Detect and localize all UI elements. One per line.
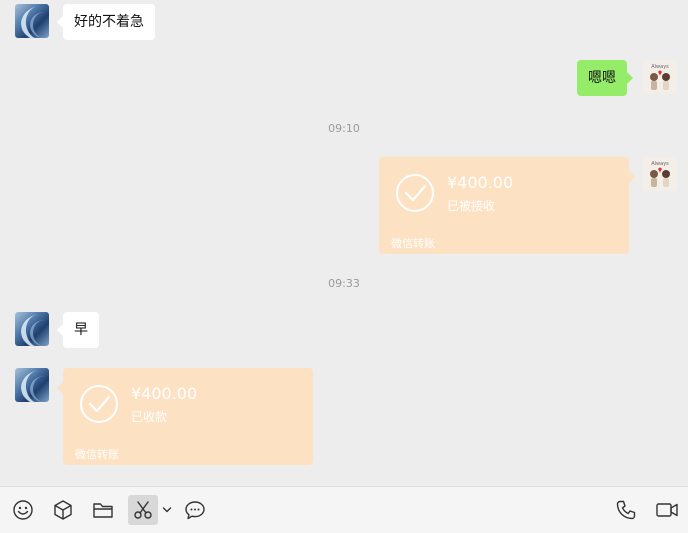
- message-bubble[interactable]: 早: [57, 312, 99, 348]
- chat-message-area[interactable]: 好的不着急 嗯嗯 Always 09:10 ¥400.00 已被接收 微信转账 …: [0, 0, 688, 486]
- speech-bubble-icon: [185, 501, 205, 520]
- check-circle-icon: [80, 385, 118, 423]
- transfer-card[interactable]: ¥400.00 已收款 微信转账: [57, 368, 313, 465]
- transfer-brand-label: 微信转账: [391, 237, 435, 250]
- favorites-button[interactable]: [49, 496, 77, 524]
- screenshot-button[interactable]: [128, 495, 158, 525]
- message-bubble[interactable]: 嗯嗯: [577, 60, 633, 96]
- phone-icon: [616, 500, 636, 520]
- emoji-icon: [13, 500, 33, 520]
- transfer-status: 已收款: [131, 410, 168, 424]
- contact-avatar[interactable]: [15, 368, 49, 402]
- video-call-button[interactable]: [653, 496, 681, 524]
- folder-icon: [93, 503, 113, 518]
- scissors-icon: [134, 501, 152, 519]
- cube-icon: [54, 500, 72, 520]
- contact-avatar[interactable]: [15, 312, 49, 346]
- timestamp: 09:10: [328, 122, 360, 135]
- my-avatar[interactable]: Always: [643, 60, 677, 94]
- send-file-button[interactable]: [89, 496, 117, 524]
- svg-text:Always: Always: [651, 64, 669, 70]
- transfer-card[interactable]: ¥400.00 已被接收 微信转账: [379, 157, 635, 254]
- transfer-status: 已被接收: [447, 199, 496, 213]
- chat-history-button[interactable]: [181, 496, 209, 524]
- check-circle-icon: [396, 174, 434, 212]
- my-avatar[interactable]: Always: [643, 157, 677, 191]
- emoji-button[interactable]: [9, 496, 37, 524]
- svg-text:Always: Always: [651, 161, 669, 167]
- message-bubble[interactable]: 好的不着急: [57, 4, 155, 40]
- chevron-down-icon: [162, 507, 172, 513]
- video-camera-icon: [656, 503, 678, 517]
- timestamp: 09:33: [328, 277, 360, 290]
- transfer-brand-label: 微信转账: [75, 448, 119, 461]
- contact-avatar[interactable]: [15, 4, 49, 38]
- input-toolbar: [0, 486, 688, 533]
- screenshot-options-button[interactable]: [161, 501, 173, 519]
- transfer-amount: ¥400.00: [131, 384, 198, 403]
- transfer-amount: ¥400.00: [447, 173, 514, 192]
- voice-call-button[interactable]: [612, 496, 640, 524]
